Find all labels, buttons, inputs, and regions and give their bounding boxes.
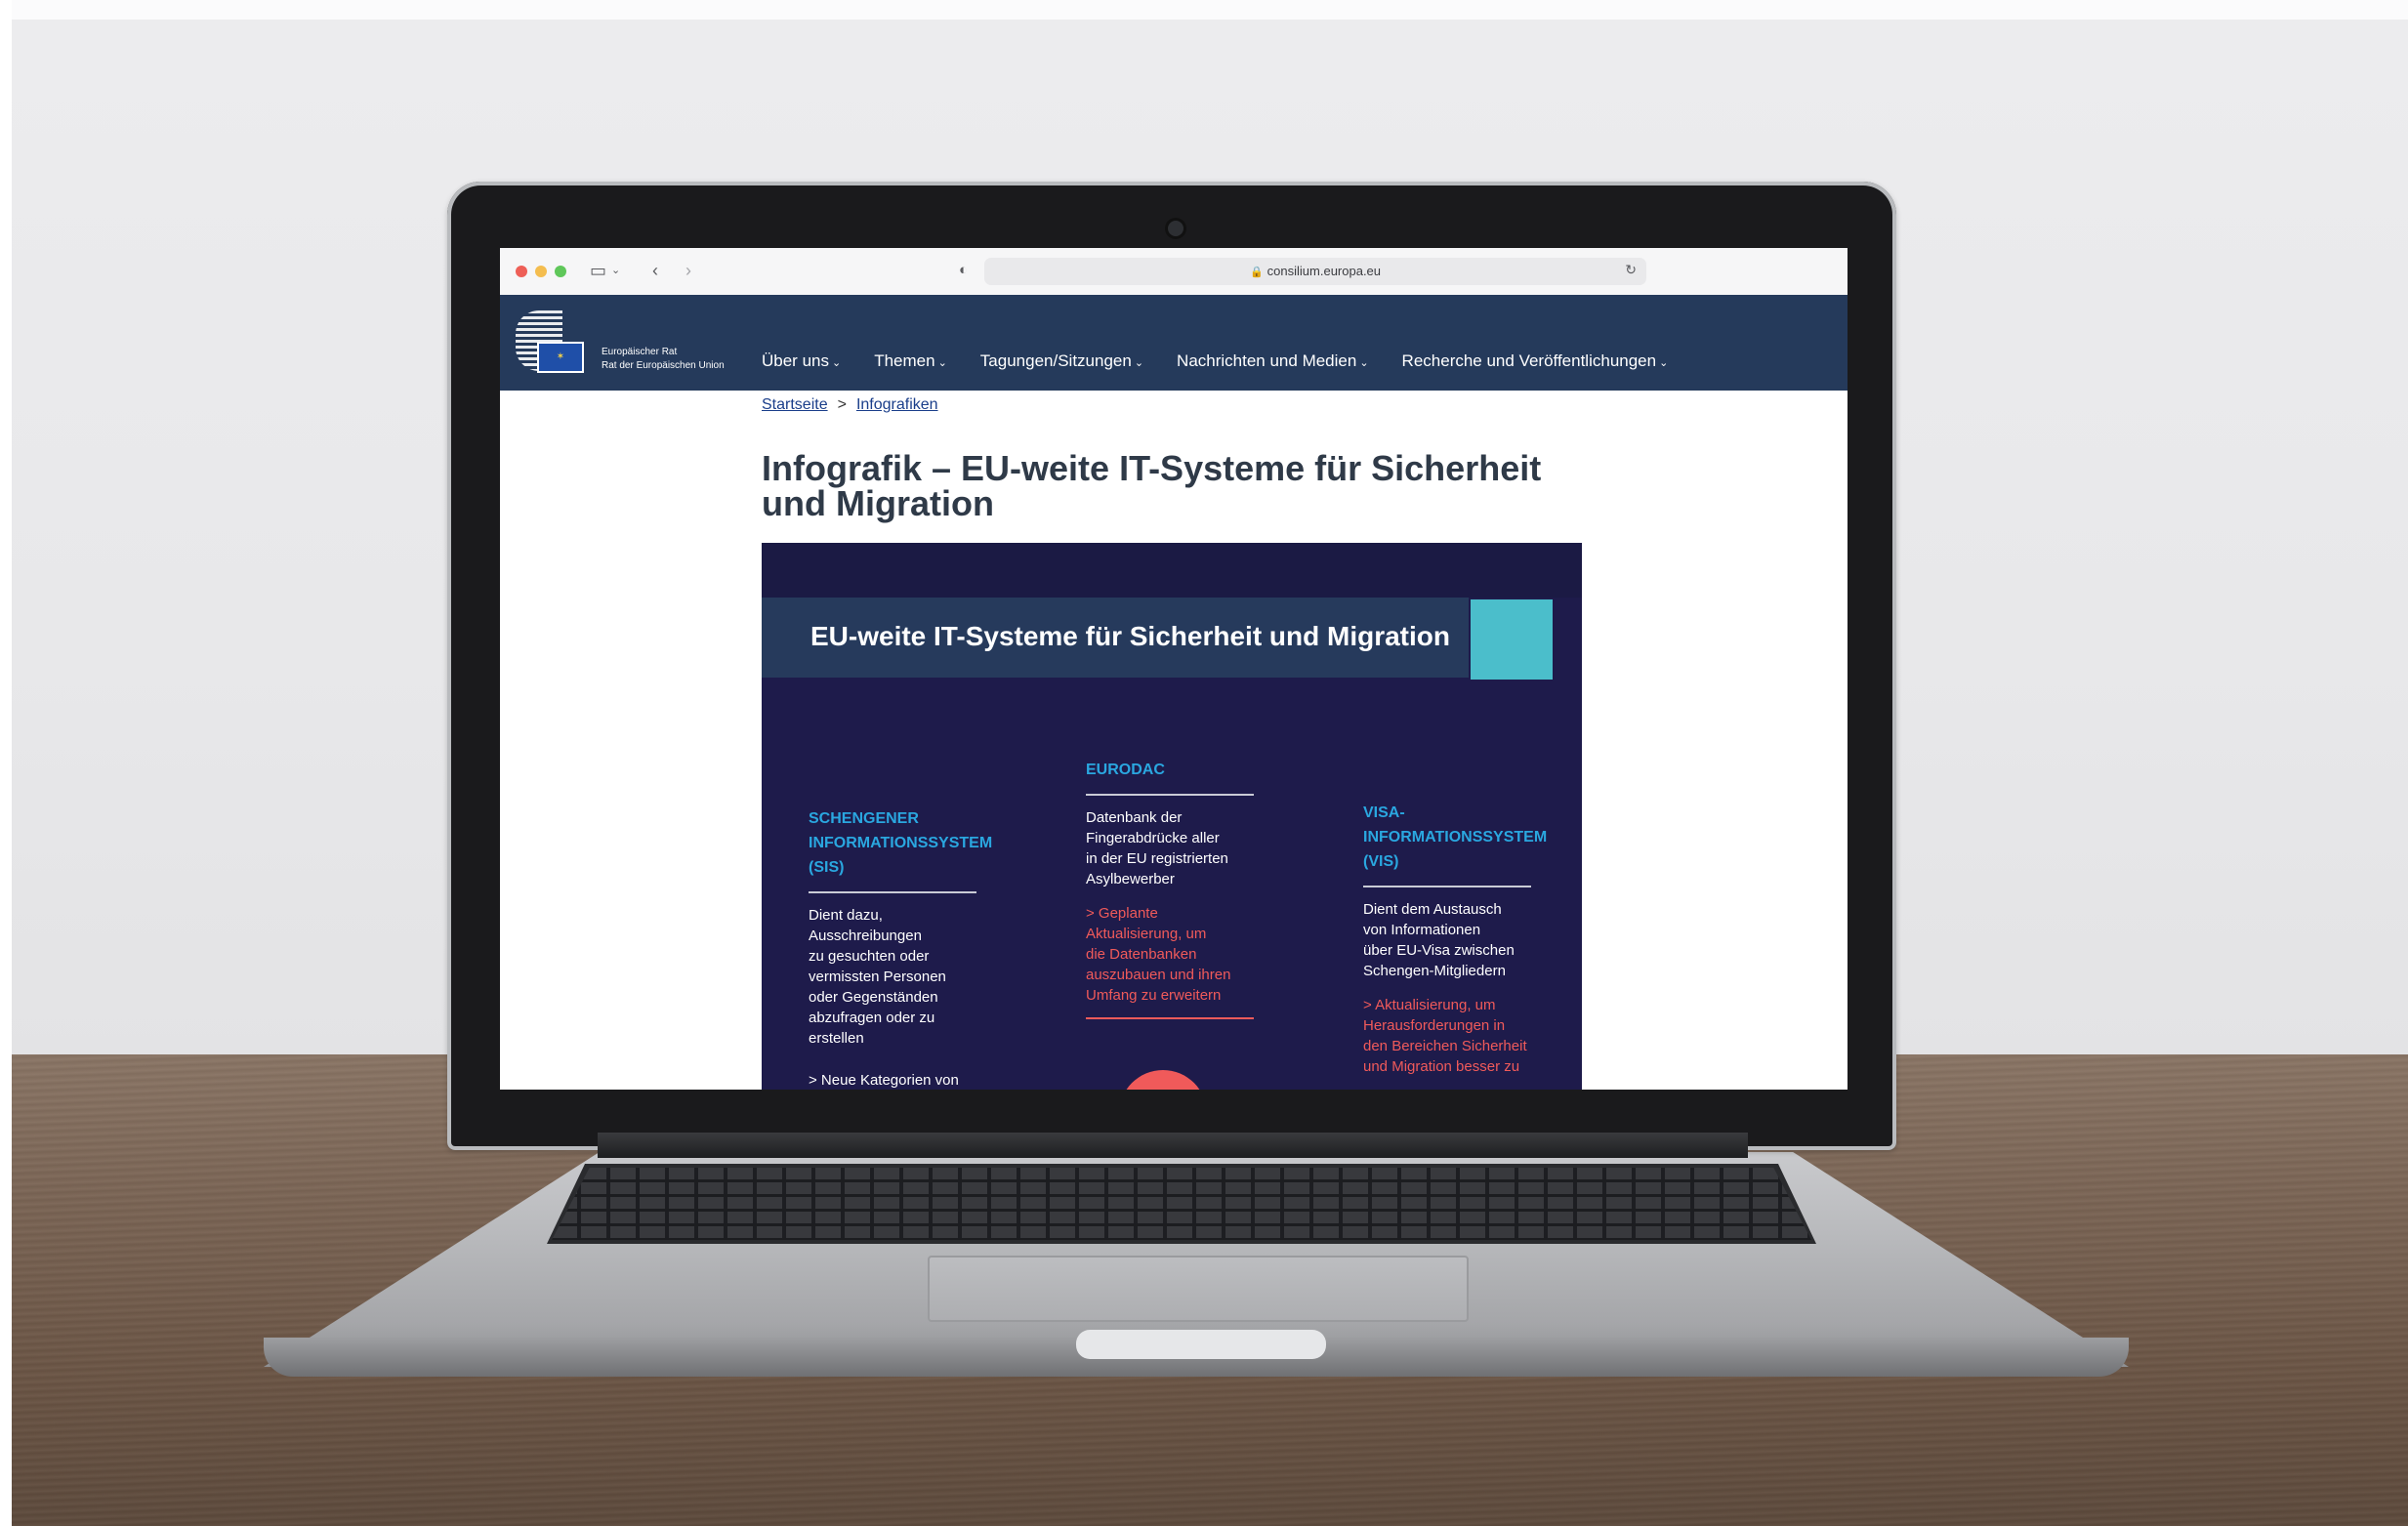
zoom-window-button[interactable]: [555, 266, 566, 277]
column-vis: VISA- INFORMATIONSSYSTEM (VIS) Dient dem…: [1363, 801, 1548, 1077]
eu-council-logo[interactable]: ✶: [516, 310, 586, 373]
logo-text[interactable]: Europäischer Rat Rat der Europäischen Un…: [602, 346, 725, 373]
sidebar-icon[interactable]: ▭: [590, 260, 606, 281]
page-title: Infografik – EU-weite IT-Systeme für Sic…: [762, 448, 1542, 523]
url-text: consilium.europa.eu: [1266, 264, 1382, 278]
logo-line-1: Europäischer Rat: [602, 347, 678, 357]
address-bar[interactable]: 🔒 consilium.europa.eu ↻: [984, 258, 1646, 285]
logo-line-2: Rat der Europäischen Union: [602, 360, 725, 371]
decorative-circle-icon: [1119, 1070, 1207, 1090]
column-title: VISA- INFORMATIONSSYSTEM (VIS): [1363, 804, 1548, 870]
column-title: EURODAC: [1086, 762, 1165, 778]
photo-top-border: [0, 0, 2408, 20]
webcam-icon: [1168, 221, 1183, 236]
lock-icon: 🔒: [1249, 267, 1264, 278]
chevron-down-icon[interactable]: ⌄: [611, 260, 620, 281]
chevron-down-icon: ⌄: [1359, 357, 1369, 369]
divider: [1086, 794, 1254, 796]
chevron-down-icon: ⌄: [1134, 357, 1144, 369]
photo-left-border: [0, 0, 12, 1526]
column-eurodac: EURODAC Datenbank der Fingerabdrücke all…: [1086, 758, 1262, 1031]
laptop-screen: ▭ ⌄ ‹ › ◐ 🔒 consilium.europa.eu ↻ ✶ Europ…: [500, 248, 1848, 1090]
column-note: > Aktualisierung, um Herausforderungen i…: [1363, 997, 1527, 1075]
column-sis: SCHENGENER INFORMATIONSSYSTEM (SIS) Dien…: [809, 806, 993, 1090]
column-body: Datenbank der Fingerabdrücke aller in de…: [1086, 809, 1228, 887]
nav-item-themen[interactable]: Themen ⌄: [874, 351, 947, 391]
divider: [1363, 886, 1531, 887]
chevron-down-icon: ⌄: [937, 357, 947, 369]
chevron-down-icon: ⌄: [1659, 357, 1669, 369]
site-header: ✶ Europäischer Rat Rat der Europäischen …: [500, 295, 1848, 391]
browser-toolbar: ▭ ⌄ ‹ › ◐ 🔒 consilium.europa.eu ↻: [500, 248, 1848, 296]
breadcrumb-infografiken-link[interactable]: Infografiken: [856, 396, 938, 413]
forward-icon[interactable]: ›: [685, 260, 691, 281]
infographic-image: EU-weite IT-Systeme für Sicherheit und M…: [762, 543, 1582, 1090]
infographic-title: EU-weite IT-Systeme für Sicherheit und M…: [810, 621, 1450, 651]
infographic-top-band: [762, 543, 1582, 598]
column-title: SCHENGENER INFORMATIONSSYSTEM (SIS): [809, 810, 993, 876]
breadcrumb-home-link[interactable]: Startseite: [762, 396, 828, 413]
minimize-window-button[interactable]: [535, 266, 547, 277]
nav-item-ueber-uns[interactable]: Über uns ⌄: [762, 351, 841, 391]
chevron-down-icon: ⌄: [831, 357, 842, 369]
column-body: Dient dazu, Ausschreibungen zu gesuchten…: [809, 907, 946, 1047]
back-icon[interactable]: ‹: [652, 260, 658, 281]
nav-item-tagungen[interactable]: Tagungen/Sitzungen ⌄: [980, 351, 1143, 391]
nav-item-recherche[interactable]: Recherche und Veröffentlichungen ⌄: [1402, 351, 1669, 391]
privacy-shield-icon[interactable]: ◐: [959, 260, 968, 281]
nav-item-nachrichten[interactable]: Nachrichten und Medien ⌄: [1177, 351, 1369, 391]
close-window-button[interactable]: [516, 266, 527, 277]
divider: [809, 891, 976, 893]
column-note: > Geplante Aktualisierung, um die Datenb…: [1086, 905, 1231, 1004]
laptop-trackpad: [928, 1256, 1469, 1322]
main-navigation: Über uns ⌄ Themen ⌄ Tagungen/Sitzungen ⌄ Na…: [762, 351, 1701, 391]
laptop-hinge: [598, 1133, 1748, 1158]
infographic-accent-block: [1471, 599, 1553, 680]
breadcrumb: Startseite > Infografiken: [762, 396, 938, 414]
column-body: Dient dem Austausch von Informationen üb…: [1363, 901, 1515, 979]
laptop-opening-notch: [1076, 1330, 1326, 1359]
infographic-header: EU-weite IT-Systeme für Sicherheit und M…: [762, 598, 1469, 678]
divider-red: [1086, 1017, 1254, 1019]
column-note: > Neue Kategorien von: [809, 1072, 959, 1089]
eu-flag-icon: ✶: [537, 342, 584, 373]
keyboard-rows: [552, 1168, 1811, 1240]
breadcrumb-separator: >: [837, 396, 847, 413]
reload-icon[interactable]: ↻: [1625, 262, 1637, 278]
